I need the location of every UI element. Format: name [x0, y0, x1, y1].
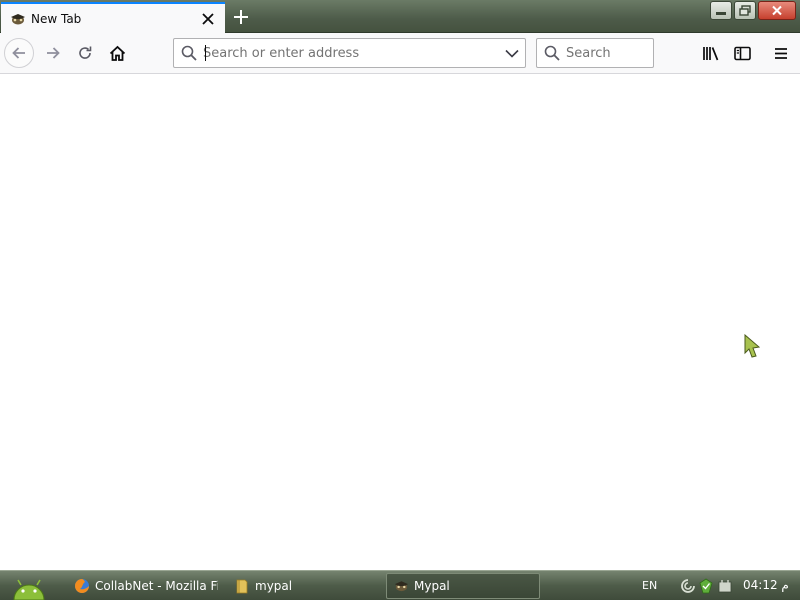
home-button[interactable] — [102, 38, 132, 68]
window-close-icon — [772, 5, 782, 16]
address-history-dropdown[interactable] — [499, 40, 525, 66]
firefox-icon — [75, 579, 89, 593]
text-cursor — [205, 45, 206, 61]
clock[interactable]: 04:12 م — [743, 578, 789, 592]
folder-icon — [236, 579, 248, 594]
hamburger-menu-icon — [775, 47, 787, 59]
page-content-area[interactable] — [0, 74, 800, 570]
mypal-icon — [394, 581, 409, 592]
tab-title: New Tab — [31, 11, 82, 26]
back-button[interactable] — [4, 38, 34, 68]
address-input[interactable] — [203, 45, 499, 61]
task-label: Mypal — [414, 579, 450, 593]
task-label: CollabNet - Mozilla Fi… — [95, 579, 218, 593]
taskbar-item-mypal-browser[interactable]: Mypal — [386, 573, 540, 599]
minimize-icon — [716, 11, 726, 15]
window-controls — [710, 1, 796, 21]
sidebar-icon — [733, 46, 751, 60]
taskbar: CollabNet - Mozilla Fi… mypal Mypal EN 0… — [0, 570, 800, 601]
plus-icon — [234, 10, 248, 24]
restore-icon — [739, 5, 751, 16]
android-logo-icon — [13, 579, 45, 601]
mypal-favicon-icon — [11, 13, 25, 24]
window-close-button[interactable] — [758, 1, 796, 20]
new-tab-button[interactable] — [228, 4, 254, 30]
taskbar-item-mypal-folder[interactable]: mypal — [228, 573, 328, 599]
network-tray-icon[interactable] — [680, 578, 696, 594]
address-bar[interactable] — [173, 38, 526, 68]
volume-tray-icon[interactable] — [717, 578, 733, 594]
forward-button[interactable] — [38, 38, 68, 68]
close-icon — [202, 12, 214, 25]
language-indicator[interactable]: EN — [642, 579, 657, 592]
search-bar[interactable] — [536, 38, 654, 68]
home-icon — [109, 45, 125, 61]
search-icon — [544, 45, 560, 61]
menu-button[interactable] — [766, 38, 796, 68]
search-input[interactable] — [566, 45, 646, 61]
reload-button[interactable] — [70, 38, 100, 68]
reload-icon — [79, 46, 92, 59]
search-icon — [181, 45, 197, 61]
restore-button[interactable] — [734, 1, 756, 20]
forward-arrow-icon — [47, 47, 60, 59]
sidebar-button[interactable] — [727, 38, 757, 68]
library-button[interactable] — [695, 38, 725, 68]
tab-new-tab[interactable]: New Tab — [1, 2, 225, 33]
navigation-toolbar — [0, 33, 800, 74]
library-icon — [702, 46, 718, 60]
task-label: mypal — [255, 579, 293, 593]
start-button[interactable] — [6, 572, 52, 601]
back-arrow-icon — [12, 47, 25, 59]
taskbar-item-collabnet[interactable]: CollabNet - Mozilla Fi… — [68, 573, 218, 599]
chevron-down-icon — [505, 49, 519, 58]
security-tray-icon[interactable] — [698, 578, 714, 594]
tab-strip: New Tab — [0, 0, 800, 33]
mouse-pointer-icon — [744, 333, 761, 358]
minimize-button[interactable] — [710, 1, 732, 20]
tab-close-button[interactable] — [195, 6, 221, 32]
